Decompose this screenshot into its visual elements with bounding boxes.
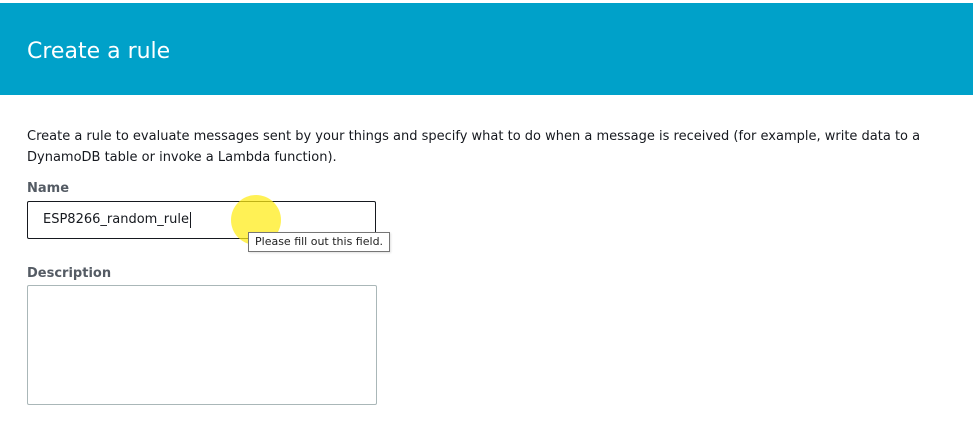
create-rule-form: Create a rule to evaluate messages sent … <box>0 95 974 424</box>
page-header: Create a rule <box>0 3 973 95</box>
page-title: Create a rule <box>27 39 171 64</box>
name-value: ESP8266_random_rule <box>43 212 192 228</box>
validation-tooltip: Please fill out this field. <box>248 232 391 252</box>
rule-description-text: Create a rule to evaluate messages sent … <box>27 129 921 165</box>
text-caret <box>190 212 192 228</box>
name-label: Name <box>27 181 70 196</box>
description-label: Description <box>27 266 112 281</box>
name-value-text: ESP8266_random_rule <box>43 212 190 227</box>
description-textarea[interactable] <box>27 285 377 405</box>
